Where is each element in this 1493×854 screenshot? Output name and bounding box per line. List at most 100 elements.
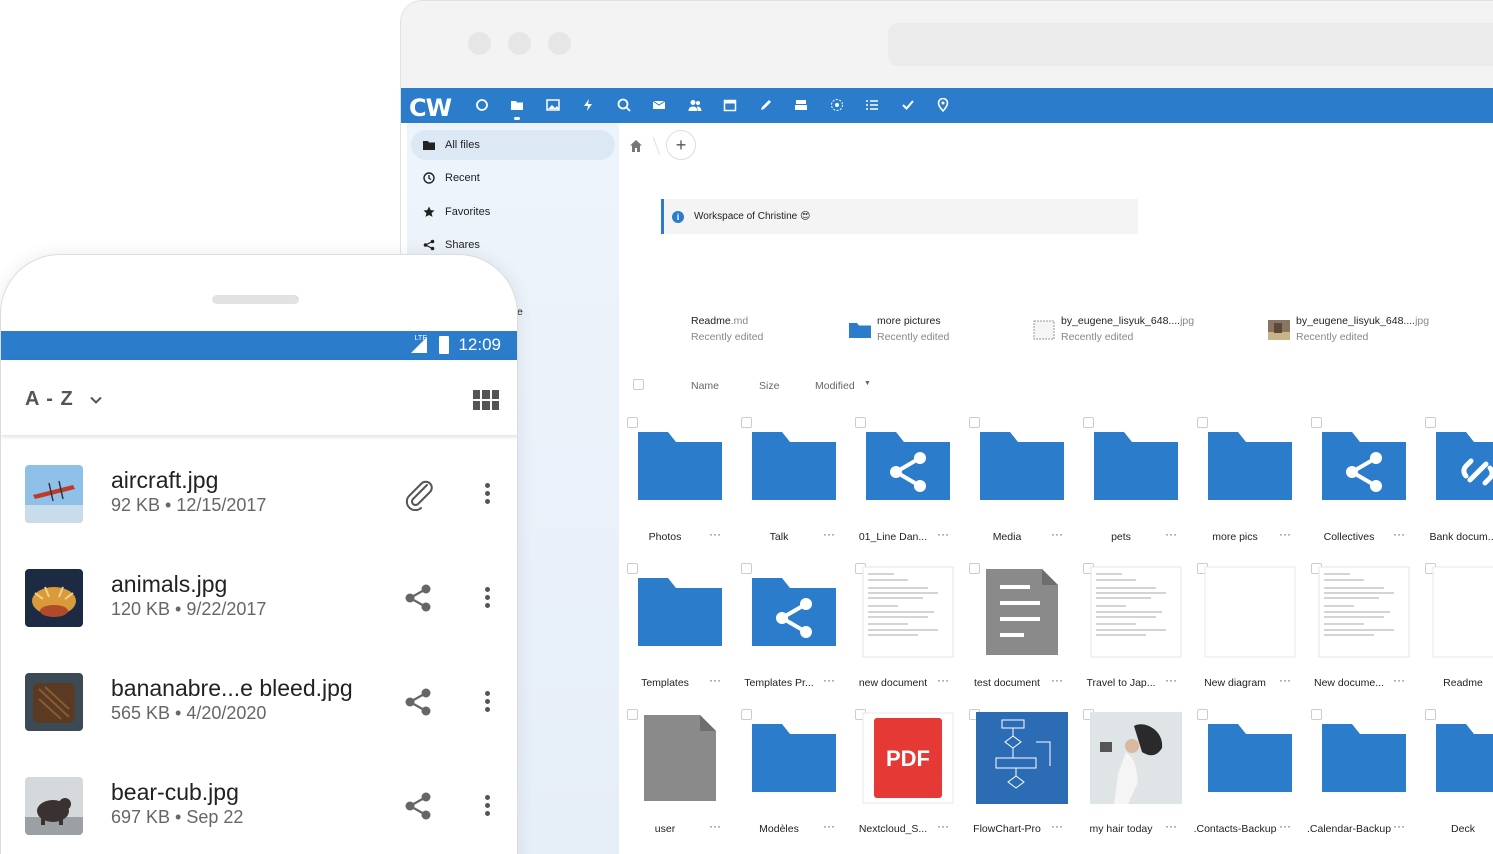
file-tile[interactable]: Media ···	[965, 413, 1079, 553]
tile-thumbnail[interactable]	[1089, 712, 1183, 804]
contacts-icon[interactable]	[685, 95, 705, 115]
file-tile[interactable]: 01_Line Dan... ···	[851, 413, 965, 553]
deck-icon[interactable]	[791, 95, 811, 115]
tile-more-actions-icon[interactable]: ···	[1279, 819, 1291, 833]
tile-thumbnail[interactable]	[1089, 425, 1183, 507]
file-tile[interactable]: Collectives ···	[1307, 413, 1421, 553]
tile-thumbnail[interactable]	[1317, 566, 1411, 658]
file-tile[interactable]: New diagram ···	[1193, 559, 1307, 699]
select-all-checkbox[interactable]	[633, 379, 644, 390]
file-tile[interactable]: FlowChart-Pro ···	[965, 705, 1079, 845]
tile-more-actions-icon[interactable]: ···	[937, 819, 949, 833]
file-thumbnail[interactable]	[25, 673, 83, 731]
file-tile[interactable]: .Contacts-Backup ···	[1193, 705, 1307, 845]
file-tile[interactable]: my hair today ···	[1079, 705, 1193, 845]
file-action-button[interactable]	[401, 685, 435, 719]
more-options-icon[interactable]	[479, 795, 495, 819]
file-tile[interactable]: more pics ···	[1193, 413, 1307, 553]
column-size[interactable]: Size	[759, 380, 779, 392]
share-icon[interactable]	[401, 685, 435, 719]
tile-more-actions-icon[interactable]: ···	[1051, 819, 1063, 833]
file-tile[interactable]: .Calendar-Backup ···	[1307, 705, 1421, 845]
photos-app-icon[interactable]	[543, 95, 563, 115]
more-options-icon[interactable]	[479, 483, 495, 507]
recent-file[interactable]: Readme.md Recently edited	[691, 315, 763, 349]
file-tile[interactable]: New docume... ···	[1307, 559, 1421, 699]
tile-thumbnail[interactable]	[975, 569, 1069, 655]
share-icon[interactable]	[401, 789, 435, 823]
list-item[interactable]: aircraft.jpg 92 KB • 12/15/2017	[1, 447, 517, 551]
file-tile[interactable]: Readme ···	[1421, 559, 1493, 699]
maps-pin-icon[interactable]	[933, 95, 953, 115]
file-tile[interactable]: new document ···	[851, 559, 965, 699]
tile-thumbnail[interactable]: PDF	[861, 712, 955, 804]
tile-more-actions-icon[interactable]: ···	[1165, 527, 1177, 541]
search-icon[interactable]	[614, 95, 634, 115]
tile-more-actions-icon[interactable]: ···	[823, 527, 835, 541]
recent-file[interactable]: by_eugene_lisyuk_648....jpg Recently edi…	[1268, 315, 1429, 349]
file-tile[interactable]: test document ···	[965, 559, 1079, 699]
tile-thumbnail[interactable]	[1089, 566, 1183, 658]
file-tile[interactable]: user ···	[623, 705, 737, 845]
circles-icon[interactable]	[827, 95, 847, 115]
mail-icon[interactable]	[649, 95, 669, 115]
file-thumbnail[interactable]	[25, 569, 83, 627]
sidebar-item-favorites[interactable]: Favorites	[411, 197, 615, 227]
minimize-window-dot[interactable]	[508, 32, 531, 55]
calendar-icon[interactable]	[720, 95, 740, 115]
maximize-window-dot[interactable]	[548, 32, 571, 55]
file-action-button[interactable]	[401, 581, 435, 615]
tile-more-actions-icon[interactable]: ···	[709, 819, 721, 833]
sidebar-item-all-files[interactable]: All files	[411, 130, 615, 160]
file-thumbnail[interactable]	[25, 777, 83, 835]
file-tile[interactable]: Templates Pr... ···	[737, 559, 851, 699]
tile-thumbnail[interactable]	[633, 715, 727, 801]
tile-thumbnail[interactable]	[1317, 717, 1411, 799]
file-tile[interactable]: Photos ···	[623, 413, 737, 553]
column-modified[interactable]: Modified	[815, 380, 855, 392]
file-tile[interactable]: Modèles ···	[737, 705, 851, 845]
new-file-button[interactable]: +	[666, 130, 696, 160]
more-options-icon[interactable]	[479, 587, 495, 611]
tile-thumbnail[interactable]	[747, 571, 841, 653]
tile-more-actions-icon[interactable]: ···	[709, 527, 721, 541]
column-name[interactable]: Name	[691, 380, 719, 392]
file-action-button[interactable]	[401, 789, 435, 823]
grid-view-icon[interactable]	[473, 390, 499, 410]
file-tile[interactable]: Deck ···	[1421, 705, 1493, 845]
tile-thumbnail[interactable]	[975, 712, 1069, 804]
tile-thumbnail[interactable]	[747, 717, 841, 799]
file-tile[interactable]: Travel to Jap... ···	[1079, 559, 1193, 699]
tile-thumbnail[interactable]	[861, 425, 955, 507]
file-action-button[interactable]	[401, 477, 435, 512]
tile-more-actions-icon[interactable]: ···	[1279, 673, 1291, 687]
file-tile[interactable]: Talk ···	[737, 413, 851, 553]
tile-more-actions-icon[interactable]: ···	[1165, 673, 1177, 687]
tile-more-actions-icon[interactable]: ···	[709, 673, 721, 687]
tile-more-actions-icon[interactable]: ···	[823, 819, 835, 833]
tile-thumbnail[interactable]	[1431, 566, 1493, 658]
file-tile[interactable]: PDF Nextcloud_S... ···	[851, 705, 965, 845]
tile-more-actions-icon[interactable]: ···	[1051, 673, 1063, 687]
tile-thumbnail[interactable]	[861, 566, 955, 658]
paperclip-icon[interactable]	[401, 477, 435, 512]
tile-thumbnail[interactable]	[1317, 425, 1411, 507]
sort-selector[interactable]: A - Z	[25, 388, 74, 411]
address-bar[interactable]	[888, 23, 1493, 66]
tile-thumbnail[interactable]	[1203, 566, 1297, 658]
checkmark-icon[interactable]	[898, 95, 918, 115]
tile-more-actions-icon[interactable]: ···	[823, 673, 835, 687]
sidebar-item-recent[interactable]: Recent	[411, 163, 615, 193]
tile-thumbnail[interactable]	[1431, 717, 1493, 799]
tile-thumbnail[interactable]	[633, 425, 727, 507]
activity-icon[interactable]	[578, 95, 598, 115]
list-item[interactable]: bananabre...e bleed.jpg 565 KB • 4/20/20…	[1, 655, 517, 759]
share-icon[interactable]	[401, 581, 435, 615]
app-logo[interactable]: CW	[409, 94, 452, 122]
tile-more-actions-icon[interactable]: ···	[1393, 527, 1405, 541]
tile-thumbnail[interactable]	[747, 425, 841, 507]
tile-more-actions-icon[interactable]: ···	[1051, 527, 1063, 541]
tile-more-actions-icon[interactable]: ···	[1165, 819, 1177, 833]
chevron-down-icon[interactable]	[89, 393, 103, 407]
recent-file[interactable]: more pictures Recently edited	[849, 315, 949, 349]
